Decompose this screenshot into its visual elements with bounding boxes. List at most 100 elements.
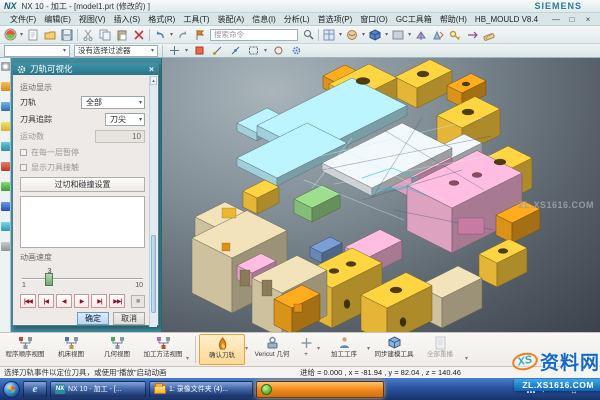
key-icon[interactable]: [448, 28, 462, 42]
view-caret[interactable]: ▾: [385, 31, 388, 38]
history-palette-icon[interactable]: [1, 222, 10, 231]
dialog-close-icon[interactable]: ×: [149, 64, 154, 75]
command-search-input[interactable]: [210, 29, 298, 41]
motion-count-input[interactable]: 10: [95, 130, 145, 143]
menu-hb-mould[interactable]: HB_MOULD V8.4: [471, 15, 542, 24]
menu-gc-toolbox[interactable]: GC工具箱: [392, 14, 436, 25]
toolpath-event-list[interactable]: [20, 196, 145, 248]
scrollbar-thumb[interactable]: [151, 235, 156, 313]
slider-thumb[interactable]: [45, 273, 53, 286]
menu-preferences[interactable]: 首选项(P): [314, 14, 357, 25]
system-materials-icon[interactable]: [1, 242, 10, 251]
measure-icon[interactable]: [482, 28, 496, 42]
graphics-viewport[interactable]: ZL.XS1616.COM: [161, 58, 600, 332]
open-folder-icon[interactable]: [43, 28, 57, 42]
folder-taskbar-button[interactable]: 1: 录像文件夹 (4)...: [149, 381, 253, 398]
motion-display-section[interactable]: 运动显示: [20, 82, 145, 93]
menu-information[interactable]: 信息(I): [248, 14, 280, 25]
ribbon-item-verify-toolpath[interactable]: 确认刀轨: [199, 334, 245, 365]
step-back-button[interactable]: |◀: [38, 294, 54, 308]
ok-button[interactable]: 确定: [77, 312, 109, 325]
menu-edit[interactable]: 编辑(E): [40, 14, 75, 25]
snap-caret[interactable]: ▾: [185, 47, 188, 54]
ribbon-item-program-order-view[interactable]: 程序顺序视图: [2, 334, 48, 365]
speaker-icon[interactable]: [539, 385, 548, 393]
menu-view[interactable]: 视图(V): [75, 14, 110, 25]
ribbon-item-vericut[interactable]: Vericut 几何: [249, 334, 295, 365]
menu-analysis[interactable]: 分析(L): [280, 14, 314, 25]
step-forward-button[interactable]: ▶|: [91, 294, 107, 308]
search-icon[interactable]: [301, 28, 315, 42]
ribbon-item-sync-modeling[interactable]: 同步建模工具: [371, 334, 417, 365]
nx-taskbar-button[interactable]: NX NX 10 - 加工 - [...: [50, 381, 146, 398]
show-tool-contact-checkbox[interactable]: [20, 164, 27, 171]
pause-each-level-checkbox[interactable]: [20, 149, 27, 156]
layout-caret[interactable]: ▾: [339, 31, 342, 38]
stop-button[interactable]: ■: [131, 295, 145, 308]
ribbon-item-replay-all[interactable]: 全部重播: [417, 334, 463, 365]
menu-insert[interactable]: 插入(S): [110, 14, 145, 25]
snap-mid-icon[interactable]: [228, 44, 242, 58]
play-forward-button[interactable]: ▶: [74, 294, 90, 308]
highlight-flag-icon[interactable]: [192, 44, 206, 58]
circle-select-icon[interactable]: [271, 44, 285, 58]
ribbon-item-operation-info[interactable]: 加工工序: [321, 334, 367, 365]
animation-speed-section[interactable]: 动画速度: [20, 252, 145, 263]
ribbon-item-machine-view[interactable]: 机床视图: [48, 334, 94, 365]
snap-plus-icon[interactable]: [167, 44, 181, 58]
group-overflow-caret[interactable]: ▾: [186, 355, 189, 362]
view-cube-icon[interactable]: [368, 28, 382, 42]
process-assistant-icon[interactable]: [1, 182, 10, 191]
cancel-button[interactable]: 取消: [113, 312, 145, 325]
ribbon-item-method-view[interactable]: 加工方法视图: [140, 334, 186, 365]
selection-scope-combo[interactable]: 没有选择过滤器 ▾: [74, 45, 158, 57]
ribbon-item-more[interactable]: +: [295, 334, 317, 365]
rect-select-icon[interactable]: [246, 44, 260, 58]
menu-tools[interactable]: 工具(T): [179, 14, 213, 25]
delete-icon[interactable]: [132, 28, 146, 42]
slider-track[interactable]: [22, 278, 143, 280]
save-icon[interactable]: [60, 28, 74, 42]
tray-expand-icon[interactable]: ▴: [521, 386, 524, 393]
toggle-icon[interactable]: [465, 28, 479, 42]
cut-icon[interactable]: [81, 28, 95, 42]
operation-navigator-icon[interactable]: [1, 142, 10, 151]
gouge-collision-settings-button[interactable]: 过切和碰撞设置: [20, 177, 145, 192]
snap-end-icon[interactable]: [210, 44, 224, 58]
machine-tool-navigator-icon[interactable]: [1, 162, 10, 171]
item-flyout-caret[interactable]: ▾: [317, 345, 320, 352]
play-reverse-button[interactable]: ◀: [56, 294, 72, 308]
maximize-button[interactable]: □: [566, 14, 578, 25]
network-icon[interactable]: [527, 385, 536, 393]
item-flyout-caret[interactable]: ▾: [367, 345, 370, 352]
new-file-icon[interactable]: [26, 28, 40, 42]
template-caret[interactable]: ▾: [20, 31, 23, 38]
redo-icon[interactable]: [176, 28, 190, 42]
chat-taskbar-button[interactable]: [256, 381, 384, 398]
menu-window[interactable]: 窗口(O): [356, 14, 392, 25]
select-caret[interactable]: ▾: [264, 47, 267, 54]
type-filter-combo[interactable]: ▾: [4, 45, 70, 57]
shaded-display-icon[interactable]: [345, 28, 359, 42]
taskbar-clock[interactable]: 2019/6/23 星期日: [551, 382, 597, 396]
gear-small-icon[interactable]: [289, 44, 303, 58]
roles-gear-icon[interactable]: [1, 62, 10, 71]
pane-icon[interactable]: [391, 28, 405, 42]
transform-icon[interactable]: [431, 28, 445, 42]
ribbon-item-geometry-view[interactable]: 几何视图: [94, 334, 140, 365]
part-navigator-icon[interactable]: [1, 122, 10, 131]
menu-assemblies[interactable]: 装配(A): [214, 14, 249, 25]
pane-caret[interactable]: ▾: [408, 31, 411, 38]
menu-file[interactable]: 文件(F): [6, 14, 40, 25]
toolpath-select[interactable]: 全部 ▾: [81, 96, 145, 109]
tool-trace-select[interactable]: 刀尖 ▾: [105, 113, 145, 126]
item-flyout-caret[interactable]: ▾: [245, 345, 248, 352]
menu-format[interactable]: 格式(R): [144, 14, 179, 25]
dialog-scrollbar[interactable]: ▴: [149, 76, 157, 327]
constraint-navigator-icon[interactable]: [1, 102, 10, 111]
dialog-title-bar[interactable]: 刀轨可视化 ×: [13, 63, 158, 75]
mold-assembly-model[interactable]: [162, 58, 600, 332]
start-button[interactable]: [3, 381, 20, 398]
nx-orb-icon[interactable]: [3, 28, 17, 42]
group-overflow-caret[interactable]: ▾: [465, 355, 468, 362]
